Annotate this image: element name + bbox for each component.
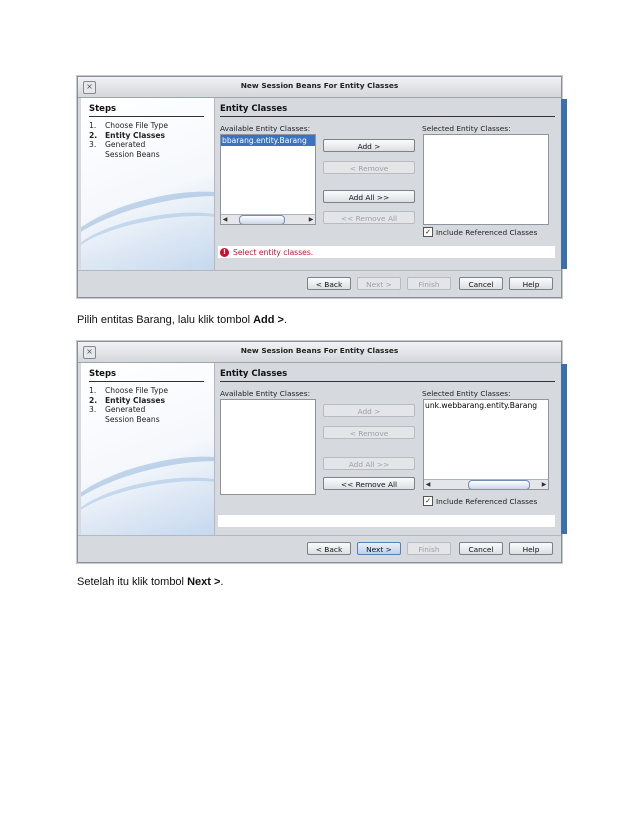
steps-panel: Steps 1. Choose File Type 2. Entity Classe…	[81, 363, 215, 535]
next-button[interactable]: Next >	[357, 542, 401, 555]
add-button[interactable]: Add >	[323, 139, 415, 152]
divider	[89, 116, 204, 117]
help-button[interactable]: Help	[509, 277, 553, 290]
remove-all-button[interactable]: << Remove All	[323, 477, 415, 490]
dialog-titlebar: × New Session Beans For Entity Classes	[78, 342, 561, 363]
divider	[89, 381, 204, 382]
add-button[interactable]: Add >	[323, 404, 415, 417]
validation-message	[218, 515, 555, 527]
step-item: 1. Choose File Type	[89, 386, 169, 395]
dialog-footer: < Back Next > Finish Cancel Help	[78, 270, 561, 297]
divider	[220, 116, 555, 117]
scroll-left-icon[interactable]: ◀	[424, 480, 432, 489]
available-label: Available Entity Classes:	[220, 124, 311, 133]
screenshot-add-entity: × New Session Beans For Entity Classes S…	[77, 76, 567, 298]
add-all-button[interactable]: Add All >>	[323, 190, 415, 203]
finish-button[interactable]: Finish	[407, 542, 451, 555]
scrollbar-thumb[interactable]	[239, 215, 285, 224]
checkmark-icon[interactable]: ✓	[423, 227, 433, 237]
entity-classes-panel: Entity Classes Available Entity Classes:…	[216, 98, 557, 270]
divider	[220, 381, 555, 382]
list-item[interactable]: unk.webbarang.entity.Barang	[424, 400, 548, 411]
dialog-footer: < Back Next > Finish Cancel Help	[78, 535, 561, 562]
scroll-right-icon[interactable]: ▶	[307, 215, 315, 224]
screenshot-next: × New Session Beans For Entity Classes S…	[77, 341, 567, 563]
step-item-current: 2. Entity Classes	[89, 395, 166, 405]
cancel-button[interactable]: Cancel	[459, 277, 503, 290]
step-item: 3. Generated Session Beans	[89, 405, 160, 424]
selected-label: Selected Entity Classes:	[422, 389, 511, 398]
back-button[interactable]: < Back	[307, 542, 351, 555]
remove-button[interactable]: < Remove	[323, 426, 415, 439]
available-list[interactable]: bbarang.entity.Barang ◀ ▶	[220, 134, 316, 225]
available-label: Available Entity Classes:	[220, 389, 311, 398]
selected-label: Selected Entity Classes:	[422, 124, 511, 133]
background-window-edge	[561, 364, 567, 534]
available-list[interactable]	[220, 399, 316, 495]
add-all-button[interactable]: Add All >>	[323, 457, 415, 470]
selected-list[interactable]	[423, 134, 549, 225]
steps-heading: Steps	[89, 104, 117, 114]
dialog-title: New Session Beans For Entity Classes	[240, 346, 399, 355]
cancel-button[interactable]: Cancel	[459, 542, 503, 555]
entity-classes-panel: Entity Classes Available Entity Classes:…	[216, 363, 557, 535]
scrollbar-thumb[interactable]	[468, 480, 530, 489]
next-button[interactable]: Next >	[357, 277, 401, 290]
step-item: 3. Generated Session Beans	[89, 140, 160, 159]
dialog-titlebar: × New Session Beans For Entity Classes	[78, 77, 561, 98]
finish-button[interactable]: Finish	[407, 277, 451, 290]
checkmark-icon[interactable]: ✓	[423, 496, 433, 506]
steps-list: 1. Choose File Type 2. Entity Classes 3. Ge…	[89, 386, 175, 424]
error-icon: !	[220, 247, 229, 257]
remove-all-button[interactable]: << Remove All	[323, 211, 415, 224]
horizontal-scrollbar[interactable]: ◀ ▶	[221, 214, 315, 224]
help-button[interactable]: Help	[509, 542, 553, 555]
caption-add: Pilih entitas Barang, lalu klik tombol A…	[77, 314, 288, 326]
step-item: 1. Choose File Type	[89, 121, 169, 130]
scroll-right-icon[interactable]: ▶	[540, 480, 548, 489]
list-item[interactable]: bbarang.entity.Barang	[221, 135, 315, 147]
validation-message: ! Select entity classes.	[218, 246, 555, 258]
steps-heading: Steps	[89, 369, 117, 379]
selected-list[interactable]: unk.webbarang.entity.Barang ◀ ▶	[423, 399, 549, 490]
steps-panel: Steps 1. Choose File Type 2. Entity Classe…	[81, 98, 215, 270]
back-button[interactable]: < Back	[307, 277, 351, 290]
panel-title: Entity Classes	[220, 104, 288, 114]
panel-title: Entity Classes	[220, 369, 288, 379]
caption-next: Setelah itu klik tombol Next >.	[77, 576, 224, 588]
background-window-edge	[561, 99, 567, 269]
remove-button[interactable]: < Remove	[323, 161, 415, 174]
scroll-left-icon[interactable]: ◀	[221, 215, 229, 224]
steps-list: 1. Choose File Type 2. Entity Classes 3. Ge…	[89, 121, 175, 159]
include-referenced-checkbox[interactable]: ✓ Include Referenced Classes	[423, 496, 537, 506]
horizontal-scrollbar[interactable]: ◀ ▶	[424, 479, 548, 489]
include-referenced-checkbox[interactable]: ✓ Include Referenced Classes	[423, 227, 537, 237]
dialog-title: New Session Beans For Entity Classes	[240, 81, 399, 90]
step-item-current: 2. Entity Classes	[89, 130, 166, 140]
